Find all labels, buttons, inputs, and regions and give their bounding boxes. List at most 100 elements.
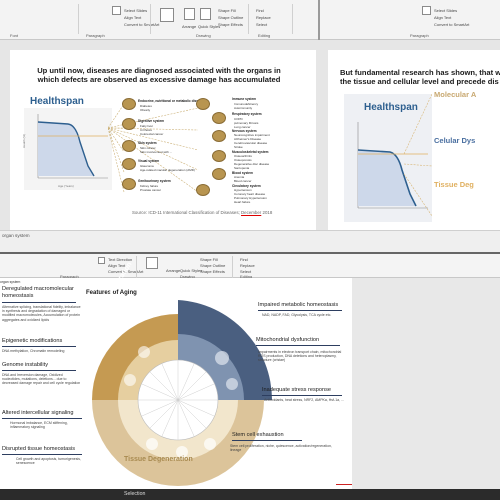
healthspan-curve xyxy=(344,94,432,222)
group-label: Paragraph xyxy=(410,33,429,38)
ribbon-item[interactable]: Arrange xyxy=(166,268,180,273)
organ-item: Heart failure xyxy=(234,200,251,204)
ribbon-bottom: Text Direction Align Text Convert to Sma… xyxy=(0,252,500,279)
cell-cluster-icon xyxy=(204,438,216,450)
ribbon-item[interactable]: Shape Fill xyxy=(200,257,218,262)
feature-rule xyxy=(256,345,340,346)
immune-icon xyxy=(196,98,210,110)
status-selection[interactable]: Selection xyxy=(124,491,145,497)
source-link[interactable]: December xyxy=(241,210,261,215)
replace-button[interactable]: Replace xyxy=(240,263,255,268)
ribbon-item[interactable]: Shape Outline xyxy=(218,15,243,20)
feature-desc: DNA methylation, Chromatin remodeling xyxy=(2,349,65,353)
dna-icon xyxy=(124,374,136,386)
organ-header: Digestive system xyxy=(138,119,165,123)
feature-title: Disrupted tissue homeostasis xyxy=(2,446,76,452)
source-text: Source: ICD-11 International Classificat… xyxy=(132,210,242,215)
organ-item: Stroke xyxy=(234,145,243,149)
organ-header: Immune system xyxy=(232,97,257,101)
status-bar: Selection xyxy=(0,489,500,500)
notes-text: organ system xyxy=(2,233,30,238)
select-slides-icon[interactable] xyxy=(112,6,121,15)
ribbon-top: Select Slides Align Text Convert to Smar… xyxy=(0,0,500,40)
blood-icon xyxy=(212,168,226,180)
slide-3-right-edge xyxy=(352,278,500,489)
healthspan-curve xyxy=(24,108,112,190)
brain-icon xyxy=(212,130,226,142)
organ-item: Obesity xyxy=(140,108,151,112)
feature-desc: Alternative splicing, translational fide… xyxy=(2,305,81,322)
kidney-icon xyxy=(122,178,136,190)
find-button[interactable]: Find xyxy=(256,8,264,13)
source-citation: Source: ICD-11 International Classificat… xyxy=(132,210,272,215)
select-slides-icon[interactable] xyxy=(422,6,431,15)
skin-icon xyxy=(122,140,136,152)
tissue-icon xyxy=(146,438,158,450)
organ-item: Autoimmunity xyxy=(234,106,253,110)
heart-icon xyxy=(196,184,210,196)
ribbon-item[interactable]: Align Text xyxy=(434,15,451,20)
ribbon-item[interactable]: Shape Effects xyxy=(200,269,225,274)
eye-icon xyxy=(122,158,136,170)
feature-desc: Cell growth and apoptosis, tumorigenesis… xyxy=(16,457,81,466)
ribbon-item[interactable]: Shape Effects xyxy=(218,22,243,27)
find-button[interactable]: Find xyxy=(240,257,248,262)
ribbon-item[interactable]: Convert to SmartArt xyxy=(434,22,469,27)
feature-rule xyxy=(258,310,342,311)
ribbon-item[interactable]: Align Text xyxy=(124,15,141,20)
feature-rule xyxy=(2,418,82,419)
lungs-icon xyxy=(212,112,226,124)
organ-item: Sarcopenia xyxy=(234,166,250,170)
feature-rule xyxy=(262,395,342,396)
feature-desc: Hormonal imbalance, ECM stiffening, infl… xyxy=(10,421,68,430)
source-year: 2018 xyxy=(261,210,273,215)
feature-title: Inadequate stress response xyxy=(262,387,332,393)
shape-gallery-icon[interactable] xyxy=(146,257,158,269)
organ-item: Prostate cancer xyxy=(140,188,162,192)
arrange-icon[interactable] xyxy=(184,8,195,20)
group-label: Drawing xyxy=(196,33,211,38)
feature-title: Altered intercellular signaling xyxy=(2,410,74,416)
group-label: Editing xyxy=(258,33,271,38)
ribbon-item[interactable]: Quick Styles xyxy=(198,24,220,29)
chart-title: Healthspan xyxy=(364,102,418,113)
organ-item: Blood cancer xyxy=(234,179,252,183)
mitochondria-icon xyxy=(215,351,229,365)
select-button[interactable]: Select xyxy=(256,22,267,27)
y-axis-label: Health (%) xyxy=(22,133,26,148)
x-axis-label: Age (Years) xyxy=(58,184,74,188)
feature-title: Stem cell exhaustion xyxy=(232,432,284,438)
ribbon-item[interactable]: Quick Styles xyxy=(180,268,202,273)
text-direction-icon[interactable] xyxy=(98,257,105,264)
organ-item: Colorectal cancer xyxy=(140,132,164,136)
ribbon-item[interactable]: Shape Fill xyxy=(218,8,236,13)
ribbon-item[interactable]: Arrange xyxy=(182,24,196,29)
arc-label-tissue: Tissue Degeneration xyxy=(124,456,193,463)
ribbon-item[interactable]: Select Slides xyxy=(434,8,457,13)
organ-header: Respiratory system xyxy=(232,112,262,116)
text-cursor-marker xyxy=(336,484,352,485)
skeleton-icon xyxy=(212,150,226,162)
slide-1-title: Up until now, diseases are diagnosed ass… xyxy=(37,66,281,84)
quick-styles-icon[interactable] xyxy=(200,8,211,20)
organ-header: Visual system xyxy=(138,159,160,163)
sidebar-label: organ system xyxy=(0,280,21,284)
ribbon-item[interactable]: Convert to SmartArt xyxy=(124,22,159,27)
macromolecule-icon xyxy=(138,346,150,358)
feature-desc: NAD, NADP, FAD, Glycolysis, TCA cycle et… xyxy=(262,313,332,317)
liver-icon xyxy=(122,118,136,130)
feature-desc: DNA and Irreversion damage, Oxidized nuc… xyxy=(2,373,81,386)
group-label: Paragraph xyxy=(86,33,105,38)
feature-title: Impaired metabolic homeostasis xyxy=(258,302,339,308)
replace-button[interactable]: Replace xyxy=(256,15,271,20)
feature-title: Mitochondrial dysfunction xyxy=(256,337,320,343)
feature-rule xyxy=(2,346,76,347)
feature-title: Epigenetic modifications xyxy=(2,338,63,344)
feature-rule xyxy=(2,370,76,371)
slide-2-title-line-2: the tissue and cellular level and preced… xyxy=(340,77,499,86)
group-label: Font xyxy=(10,33,19,38)
ribbon-item[interactable]: Shape Outline xyxy=(200,263,225,268)
shape-gallery-icon[interactable] xyxy=(160,8,174,22)
slide-2-title-line-1: But fundamental research has shown, that… xyxy=(340,68,500,77)
ribbon-item[interactable]: Select Slides xyxy=(124,8,147,13)
